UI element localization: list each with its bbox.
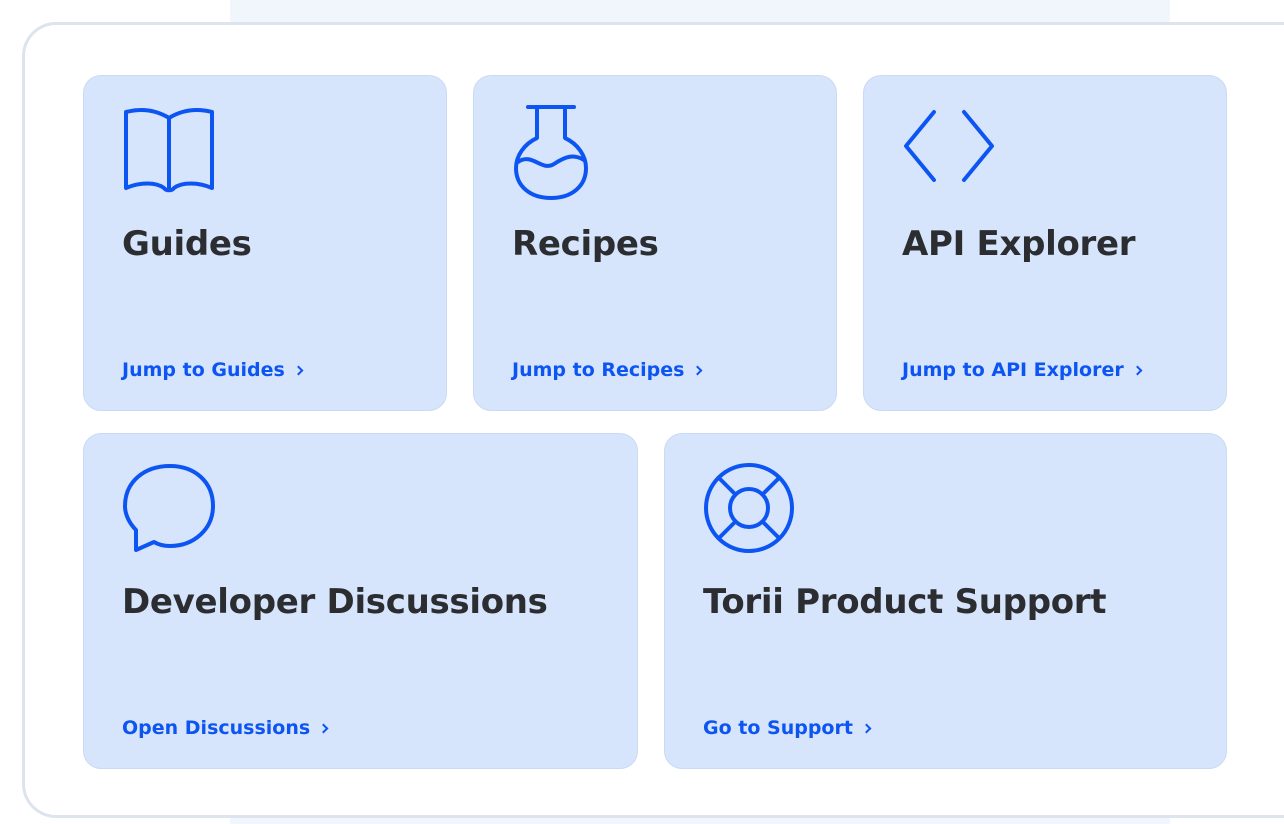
link-label: Jump to Recipes [512, 359, 685, 381]
go-to-support-link[interactable]: Go to Support [703, 717, 872, 739]
card-recipes[interactable]: Recipes Jump to Recipes [473, 75, 837, 411]
link-label: Jump to Guides [122, 359, 285, 381]
card-product-support[interactable]: Torii Product Support Go to Support [664, 433, 1227, 769]
chevron-right-icon [861, 723, 872, 734]
chevron-right-icon [318, 723, 329, 734]
flask-icon [512, 104, 612, 204]
card-guides[interactable]: Guides Jump to Guides [83, 75, 447, 411]
card-title: Recipes [512, 224, 659, 264]
chevron-right-icon [693, 365, 703, 376]
book-icon [122, 104, 222, 204]
jump-to-recipes-link[interactable]: Jump to Recipes [512, 359, 703, 381]
jump-to-api-explorer-link[interactable]: Jump to API Explorer [902, 359, 1143, 381]
card-title: Developer Discussions [122, 582, 548, 622]
card-developer-discussions[interactable]: Developer Discussions Open Discussions [83, 433, 638, 769]
jump-to-guides-link[interactable]: Jump to Guides [122, 359, 304, 381]
card-title: Torii Product Support [703, 582, 1107, 622]
card-title: Guides [122, 224, 252, 264]
link-label: Open Discussions [122, 717, 311, 739]
card-title: API Explorer [902, 224, 1136, 264]
chevron-right-icon [293, 365, 304, 376]
link-label: Go to Support [703, 717, 853, 739]
open-discussions-link[interactable]: Open Discussions [122, 717, 329, 739]
chevron-right-icon [1132, 365, 1143, 376]
chat-bubble-icon [122, 462, 222, 562]
lifebuoy-icon [703, 462, 803, 562]
card-api-explorer[interactable]: API Explorer Jump to API Explorer [863, 75, 1227, 411]
link-label: Jump to API Explorer [902, 359, 1124, 381]
code-brackets-icon [902, 104, 1002, 204]
